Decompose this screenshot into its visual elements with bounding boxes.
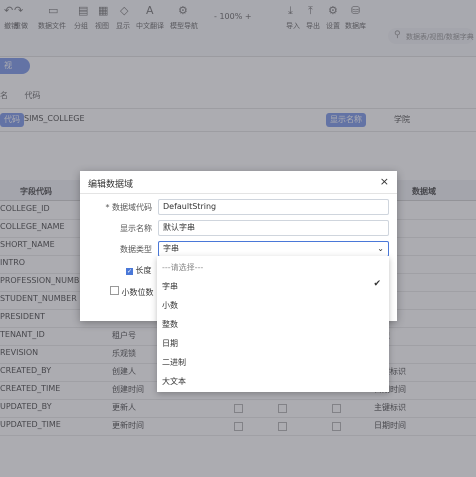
length-checkbox-group[interactable]: ✓ 长度 [126, 265, 152, 276]
decimal-checkbox[interactable] [110, 286, 119, 295]
domain-code-input[interactable]: DefaultString [158, 199, 389, 215]
dialog-title: 编辑数据域 [88, 180, 134, 190]
check-icon: ✔ [373, 279, 381, 289]
length-label: 长度 [135, 266, 152, 275]
decimal-checkbox-group[interactable]: 小数位数 [110, 286, 154, 298]
dropdown-option[interactable]: 日期 [162, 338, 178, 349]
dropdown-option[interactable]: 整数 [162, 319, 178, 330]
close-icon[interactable]: × [380, 175, 389, 188]
data-type-select[interactable]: 字串 ⌄ [158, 241, 389, 257]
decimal-label: 小数位数 [121, 288, 154, 297]
display-name-label: 显示名称 [120, 224, 152, 233]
dropdown-option[interactable]: 二进制 [162, 357, 186, 368]
dropdown-option[interactable]: 大文本 [162, 376, 186, 387]
dropdown-option[interactable]: 小数 [162, 300, 178, 311]
data-type-dropdown: ---请选择--- 字串 ✔ 小数 整数 日期 二进制 大文本 [157, 256, 389, 392]
dialog-divider [80, 193, 397, 194]
length-checkbox[interactable]: ✓ [126, 268, 133, 275]
domain-code-label-text: 数据域代码 [112, 203, 152, 212]
data-type-selected: 字串 [163, 244, 179, 253]
display-name-input[interactable]: 默认字串 [158, 220, 389, 236]
chevron-down-icon: ⌄ [377, 244, 384, 253]
dropdown-option[interactable]: 字串 [162, 281, 178, 292]
dropdown-option[interactable]: ---请选择--- [162, 262, 203, 273]
data-type-label: 数据类型 [120, 245, 152, 254]
domain-code-label: * 数据域代码 [105, 203, 152, 212]
